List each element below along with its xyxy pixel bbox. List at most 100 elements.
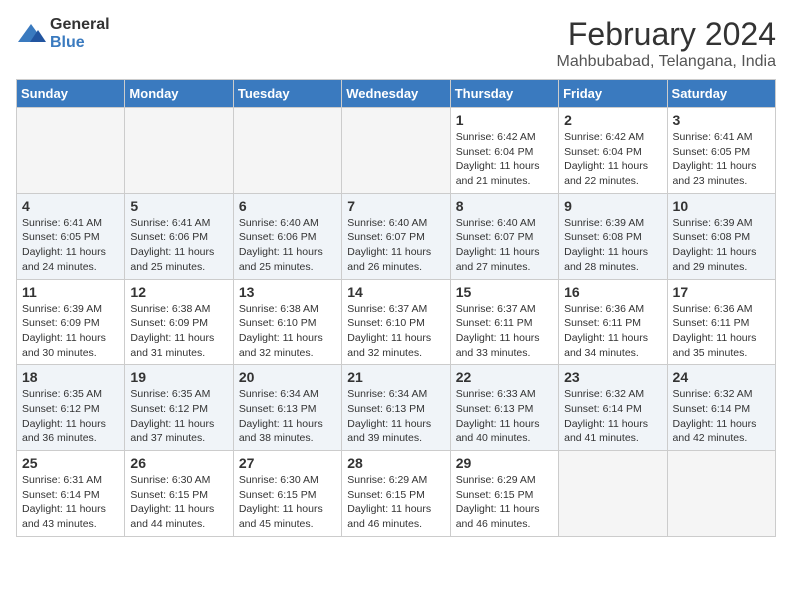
logo-blue: Blue (50, 34, 110, 52)
day-info: Sunrise: 6:33 AMSunset: 6:13 PMDaylight:… (456, 387, 553, 446)
day-info-line: and 28 minutes. (564, 260, 661, 275)
calendar-cell: 18Sunrise: 6:35 AMSunset: 6:12 PMDayligh… (17, 365, 125, 451)
day-info: Sunrise: 6:35 AMSunset: 6:12 PMDaylight:… (22, 387, 119, 446)
day-info-line: Daylight: 11 hours (456, 331, 553, 346)
calendar-cell: 3Sunrise: 6:41 AMSunset: 6:05 PMDaylight… (667, 108, 775, 194)
day-info-line: Daylight: 11 hours (564, 159, 661, 174)
logo: General Blue (16, 16, 110, 51)
day-info-line: Daylight: 11 hours (347, 331, 444, 346)
day-info-line: Sunrise: 6:29 AM (456, 473, 553, 488)
day-info-line: Sunset: 6:14 PM (22, 488, 119, 503)
weekday-header: Wednesday (342, 80, 450, 108)
day-number: 21 (347, 369, 444, 385)
day-number: 10 (673, 198, 770, 214)
day-info-line: Sunset: 6:06 PM (130, 230, 227, 245)
day-info: Sunrise: 6:30 AMSunset: 6:15 PMDaylight:… (130, 473, 227, 532)
month-title: February 2024 (557, 16, 776, 53)
day-info: Sunrise: 6:37 AMSunset: 6:10 PMDaylight:… (347, 302, 444, 361)
day-info-line: Sunset: 6:05 PM (673, 145, 770, 160)
calendar-cell: 1Sunrise: 6:42 AMSunset: 6:04 PMDaylight… (450, 108, 558, 194)
day-info-line: and 34 minutes. (564, 346, 661, 361)
day-info-line: and 46 minutes. (347, 517, 444, 532)
day-info-line: Sunset: 6:13 PM (456, 402, 553, 417)
day-info: Sunrise: 6:36 AMSunset: 6:11 PMDaylight:… (564, 302, 661, 361)
day-number: 26 (130, 455, 227, 471)
weekday-header-row: SundayMondayTuesdayWednesdayThursdayFrid… (17, 80, 776, 108)
calendar-cell: 5Sunrise: 6:41 AMSunset: 6:06 PMDaylight… (125, 193, 233, 279)
day-info-line: Sunrise: 6:40 AM (347, 216, 444, 231)
calendar-cell (342, 108, 450, 194)
day-number: 28 (347, 455, 444, 471)
day-info-line: Sunset: 6:10 PM (347, 316, 444, 331)
day-info-line: and 42 minutes. (673, 431, 770, 446)
day-info: Sunrise: 6:41 AMSunset: 6:05 PMDaylight:… (22, 216, 119, 275)
day-info-line: Sunrise: 6:31 AM (22, 473, 119, 488)
day-info-line: Sunrise: 6:39 AM (564, 216, 661, 231)
day-info-line: and 35 minutes. (673, 346, 770, 361)
calendar-cell (17, 108, 125, 194)
day-info: Sunrise: 6:30 AMSunset: 6:15 PMDaylight:… (239, 473, 336, 532)
day-info: Sunrise: 6:34 AMSunset: 6:13 PMDaylight:… (347, 387, 444, 446)
calendar-cell (233, 108, 341, 194)
day-number: 24 (673, 369, 770, 385)
day-info: Sunrise: 6:40 AMSunset: 6:07 PMDaylight:… (347, 216, 444, 275)
day-info-line: Sunrise: 6:37 AM (347, 302, 444, 317)
day-info-line: Sunrise: 6:41 AM (22, 216, 119, 231)
day-info-line: Daylight: 11 hours (239, 245, 336, 260)
day-number: 13 (239, 284, 336, 300)
day-info-line: Sunrise: 6:32 AM (673, 387, 770, 402)
day-number: 15 (456, 284, 553, 300)
day-info-line: Sunset: 6:13 PM (239, 402, 336, 417)
day-info-line: Daylight: 11 hours (347, 417, 444, 432)
day-info-line: and 46 minutes. (456, 517, 553, 532)
weekday-header: Saturday (667, 80, 775, 108)
weekday-header: Monday (125, 80, 233, 108)
day-info-line: Sunset: 6:07 PM (347, 230, 444, 245)
day-number: 29 (456, 455, 553, 471)
calendar-cell: 26 Sunrise: 6:30 AMSunset: 6:15 PMDayligh… (125, 451, 233, 537)
day-info-line: Sunrise: 6:30 AM (239, 473, 336, 488)
day-info-line: Sunset: 6:08 PM (564, 230, 661, 245)
day-info-line: Daylight: 11 hours (456, 502, 553, 517)
day-info: Sunrise: 6:35 AMSunset: 6:12 PMDaylight:… (130, 387, 227, 446)
day-info-line: and 26 minutes. (347, 260, 444, 275)
day-info-line: and 44 minutes. (130, 517, 227, 532)
day-info: Sunrise: 6:36 AMSunset: 6:11 PMDaylight:… (673, 302, 770, 361)
day-info-line: Daylight: 11 hours (22, 502, 119, 517)
day-info-line: Daylight: 11 hours (456, 245, 553, 260)
day-info-line: and 32 minutes. (239, 346, 336, 361)
day-info: Sunrise: 6:40 AMSunset: 6:07 PMDaylight:… (456, 216, 553, 275)
day-info-line: Daylight: 11 hours (673, 417, 770, 432)
day-info-line: Sunrise: 6:32 AM (564, 387, 661, 402)
calendar-cell: 20 Sunrise: 6:34 AMSunset: 6:13 PMDayligh… (233, 365, 341, 451)
day-info: Sunrise: 6:40 AMSunset: 6:06 PMDaylight:… (239, 216, 336, 275)
day-info-line: Sunset: 6:09 PM (22, 316, 119, 331)
day-info: Sunrise: 6:42 AMSunset: 6:04 PMDaylight:… (564, 130, 661, 189)
day-number: 20 (239, 369, 336, 385)
day-info-line: Sunrise: 6:38 AM (130, 302, 227, 317)
calendar-cell: 29Sunrise: 6:29 AMSunset: 6:15 PMDayligh… (450, 451, 558, 537)
calendar-cell: 13 Sunrise: 6:38 AMSunset: 6:10 PMDayligh… (233, 279, 341, 365)
day-number: 14 (347, 284, 444, 300)
calendar-cell: 9Sunrise: 6:39 AMSunset: 6:08 PMDaylight… (559, 193, 667, 279)
calendar-cell: 10Sunrise: 6:39 AMSunset: 6:08 PMDayligh… (667, 193, 775, 279)
day-number: 25 (22, 455, 119, 471)
day-info-line: and 39 minutes. (347, 431, 444, 446)
day-info-line: Daylight: 11 hours (239, 417, 336, 432)
calendar-cell: 12Sunrise: 6:38 AMSunset: 6:09 PMDayligh… (125, 279, 233, 365)
day-info-line: Daylight: 11 hours (22, 245, 119, 260)
day-info-line: Sunrise: 6:35 AM (22, 387, 119, 402)
day-number: 4 (22, 198, 119, 214)
day-info-line: Sunset: 6:05 PM (22, 230, 119, 245)
day-info-line: Sunrise: 6:34 AM (347, 387, 444, 402)
day-number: 3 (673, 112, 770, 128)
day-number: 9 (564, 198, 661, 214)
day-info-line: Daylight: 11 hours (347, 502, 444, 517)
day-info-line: Sunrise: 6:36 AM (673, 302, 770, 317)
day-info: Sunrise: 6:38 AMSunset: 6:10 PMDaylight:… (239, 302, 336, 361)
day-info-line: Sunrise: 6:34 AM (239, 387, 336, 402)
logo-general: General (50, 16, 110, 34)
calendar-cell (559, 451, 667, 537)
day-info-line: Sunset: 6:12 PM (130, 402, 227, 417)
day-info-line: Sunrise: 6:39 AM (22, 302, 119, 317)
